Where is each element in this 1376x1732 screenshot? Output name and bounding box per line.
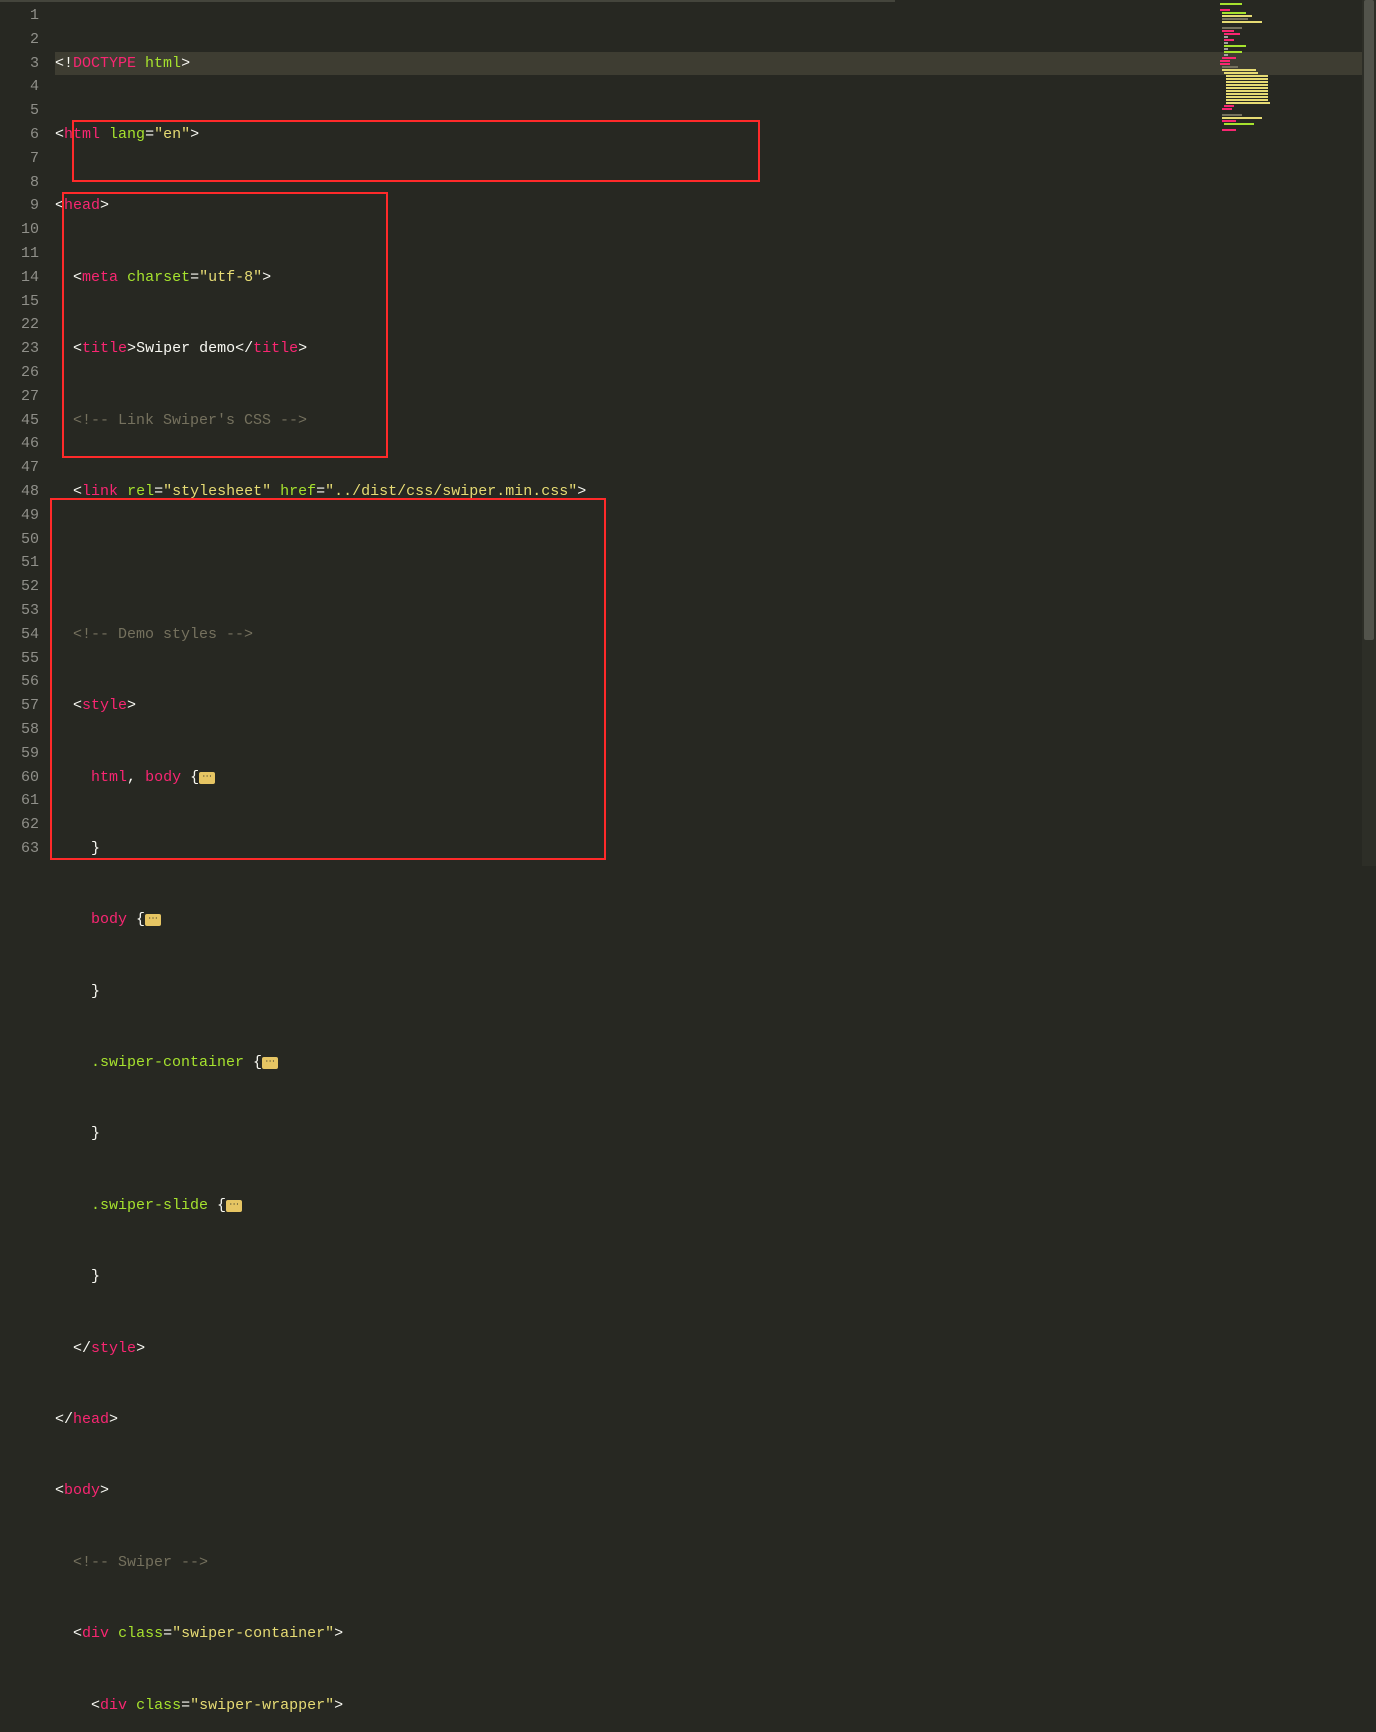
code-line[interactable]: .swiper-container {⋯ — [55, 1051, 1376, 1075]
code-line[interactable] — [55, 551, 1376, 575]
line-number: 10 — [0, 218, 39, 242]
code-line[interactable]: <div class="swiper-wrapper"> — [55, 1694, 1376, 1718]
code-line[interactable]: } — [55, 1265, 1376, 1289]
scrollbar-thumb[interactable] — [1364, 0, 1374, 640]
fold-marker-icon[interactable]: ⋯ — [145, 914, 161, 926]
line-number: 54 — [0, 623, 39, 647]
line-number: 11 — [0, 242, 39, 266]
line-number: 23 — [0, 337, 39, 361]
top-ruler — [0, 0, 895, 2]
line-number: 9 — [0, 194, 39, 218]
line-number: 4 — [0, 75, 39, 99]
line-number: 51 — [0, 551, 39, 575]
code-line[interactable]: <div class="swiper-container"> — [55, 1622, 1376, 1646]
code-line[interactable]: <!-- Link Swiper's CSS --> — [55, 409, 1376, 433]
fold-marker-icon[interactable]: ⋯ — [199, 772, 215, 784]
editor-container: 1 2 3 4 5 6 7 8 9 10 11 14 15 22 23 26 2… — [0, 0, 1376, 866]
fold-marker-icon[interactable]: ⋯ — [262, 1057, 278, 1069]
code-line[interactable]: } — [55, 1122, 1376, 1146]
line-number: 1 — [0, 4, 39, 28]
line-number: 27 — [0, 385, 39, 409]
line-number: 60 — [0, 766, 39, 790]
code-line[interactable]: <link rel="stylesheet" href="../dist/css… — [55, 480, 1376, 504]
code-line[interactable]: </style> — [55, 1337, 1376, 1361]
line-number: 59 — [0, 742, 39, 766]
vertical-scrollbar[interactable] — [1362, 0, 1376, 866]
line-number: 15 — [0, 290, 39, 314]
line-number: 3 — [0, 52, 39, 76]
line-number: 57 — [0, 694, 39, 718]
line-number: 52 — [0, 575, 39, 599]
code-line[interactable]: <!DOCTYPE html> — [55, 52, 1376, 76]
line-number: 53 — [0, 599, 39, 623]
line-number: 61 — [0, 789, 39, 813]
line-number: 26 — [0, 361, 39, 385]
fold-marker-icon[interactable]: ⋯ — [226, 1200, 242, 1212]
code-line[interactable]: <head> — [55, 194, 1376, 218]
code-line[interactable]: } — [55, 980, 1376, 1004]
line-number: 45 — [0, 409, 39, 433]
line-number: 58 — [0, 718, 39, 742]
code-line[interactable]: <body> — [55, 1479, 1376, 1503]
line-number: 63 — [0, 837, 39, 861]
line-number: 55 — [0, 647, 39, 671]
line-number: 47 — [0, 456, 39, 480]
line-number: 56 — [0, 670, 39, 694]
line-number: 2 — [0, 28, 39, 52]
line-number: 50 — [0, 528, 39, 552]
code-line[interactable]: <!-- Demo styles --> — [55, 623, 1376, 647]
line-number: 48 — [0, 480, 39, 504]
line-number: 8 — [0, 171, 39, 195]
code-line[interactable]: <meta charset="utf-8"> — [55, 266, 1376, 290]
code-line[interactable]: .swiper-slide {⋯ — [55, 1194, 1376, 1218]
line-number: 5 — [0, 99, 39, 123]
code-line[interactable]: body {⋯ — [55, 908, 1376, 932]
line-number: 6 — [0, 123, 39, 147]
line-number: 46 — [0, 432, 39, 456]
line-number: 14 — [0, 266, 39, 290]
code-area[interactable]: <!DOCTYPE html> <html lang="en"> <head> … — [55, 0, 1376, 866]
code-line[interactable]: html, body {⋯ — [55, 766, 1376, 790]
code-line[interactable]: <html lang="en"> — [55, 123, 1376, 147]
line-number-gutter: 1 2 3 4 5 6 7 8 9 10 11 14 15 22 23 26 2… — [0, 0, 55, 866]
code-line[interactable]: </head> — [55, 1408, 1376, 1432]
line-number: 62 — [0, 813, 39, 837]
code-line[interactable]: } — [55, 837, 1376, 861]
line-number: 49 — [0, 504, 39, 528]
code-line[interactable]: <!-- Swiper --> — [55, 1551, 1376, 1575]
line-number: 7 — [0, 147, 39, 171]
code-line[interactable]: <style> — [55, 694, 1376, 718]
line-number: 22 — [0, 313, 39, 337]
code-line[interactable]: <title>Swiper demo</title> — [55, 337, 1376, 361]
